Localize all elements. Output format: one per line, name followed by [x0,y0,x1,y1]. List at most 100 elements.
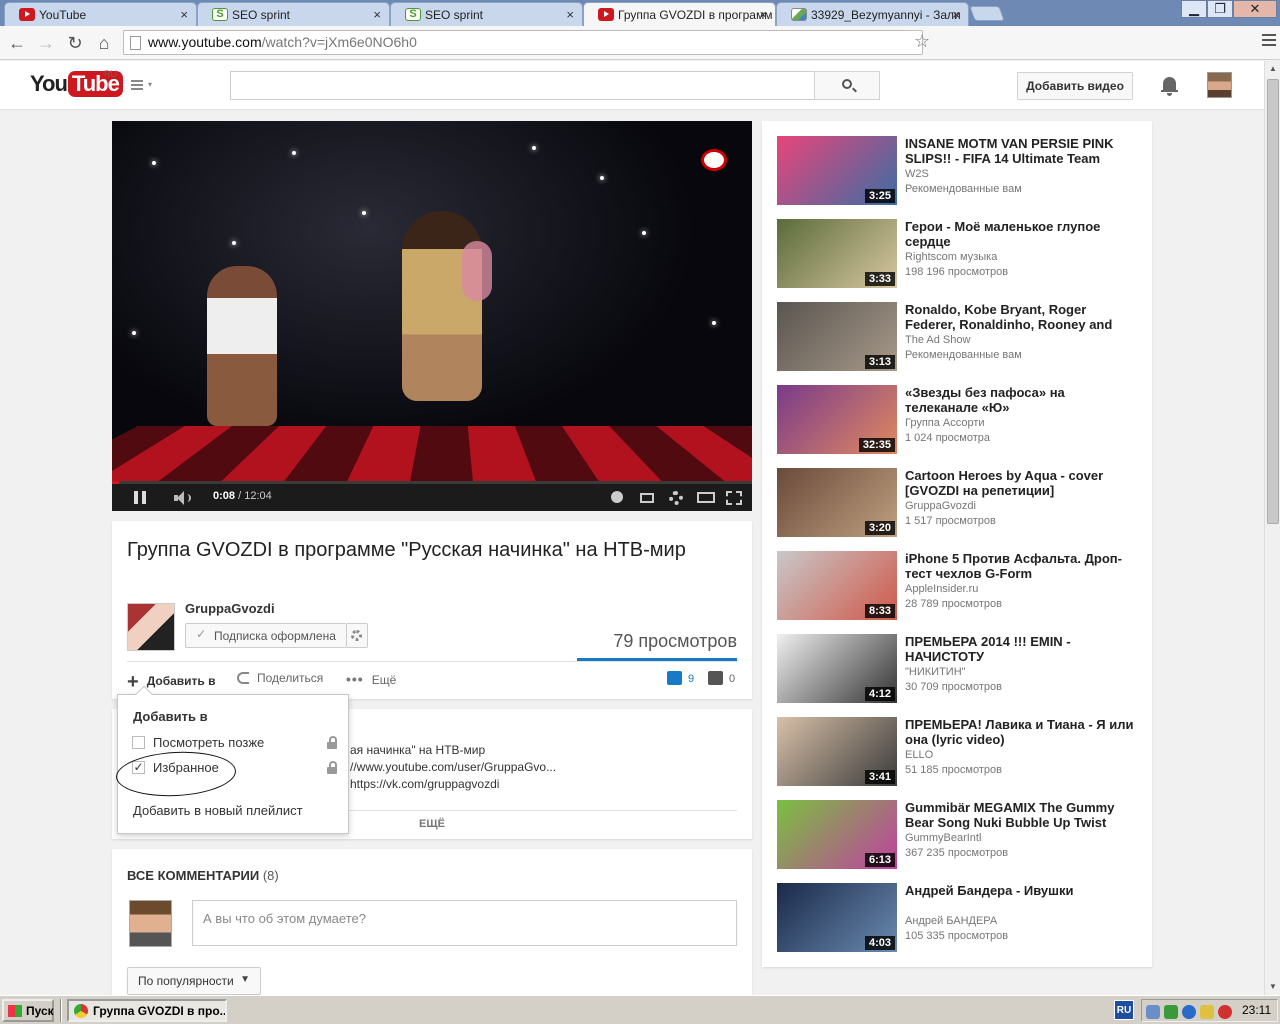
video-performer-center [402,211,482,401]
create-new-playlist-link[interactable]: Добавить в новый плейлист [133,803,303,818]
close-icon[interactable]: × [759,7,767,22]
taskbar-item-chrome[interactable]: Группа GVOZDI в про... [67,999,227,1022]
theater-mode-icon[interactable] [697,492,715,503]
start-button[interactable]: Пуск [2,999,54,1022]
video-thumbnail[interactable]: 3:20 [777,468,897,537]
related-video-title[interactable]: INSANE MOTM VAN PERSIE PINK SLIPS!! - FI… [905,136,1137,166]
scroll-up-arrow-icon[interactable]: ▲ [1265,61,1280,77]
related-video-title[interactable]: ПРЕМЬЕРА! Лавика и Тиана - Я или она (ly… [905,717,1137,747]
add-to-label: Добавить в [146,674,216,688]
video-duration: 3:20 [864,521,895,535]
back-button[interactable]: ← [5,31,29,55]
related-video-item[interactable]: 4:03 Андрей Бандера - Ивушки Андрей БАНДЕР… [777,883,1137,952]
close-icon[interactable]: × [952,7,960,22]
volume-icon[interactable] [174,491,192,505]
captions-icon[interactable] [640,493,654,503]
dislike-button[interactable]: 0 [708,671,735,685]
forward-button[interactable]: → [34,31,58,55]
like-button[interactable]: 9 [667,671,694,685]
description-link[interactable]: //www.youtube.com/user/GruppaGvo... [350,760,556,774]
video-thumbnail[interactable]: 3:13 [777,302,897,371]
pause-icon[interactable] [134,491,146,504]
related-video-title[interactable]: «Звезды без пафоса» на телеканале «Ю» [905,385,1137,415]
bookmark-star-icon[interactable]: ☆ [914,31,930,51]
sort-comments-dropdown[interactable]: По популярности ▼ [127,967,261,995]
video-thumbnail[interactable]: 3:33 [777,219,897,288]
seosprint-icon: S [212,8,228,21]
fullscreen-icon[interactable] [726,491,742,505]
related-video-item[interactable]: 3:41 ПРЕМЬЕРА! Лавика и Тиана - Я или она… [777,717,1137,786]
upload-button[interactable]: Добавить видео [1017,72,1133,100]
related-video-item[interactable]: 3:13 Ronaldo, Kobe Bryant, Roger Federer,… [777,302,1137,371]
network-icon[interactable] [1146,1005,1160,1019]
related-video-item[interactable]: 32:35 «Звезды без пафоса» на телеканале «… [777,385,1137,454]
related-video-title[interactable]: Gummibär MEGAMIX The Gummy Bear Song Nuk… [905,800,1137,830]
watch-later-icon[interactable] [611,491,623,503]
channel-name-link[interactable]: GruppaGvozdi [185,601,275,616]
settings-gear-icon[interactable] [669,491,683,505]
address-bar[interactable]: www.youtube.com/watch?v=jXm6e0NO6h0 ☆ [123,30,930,55]
related-video-item[interactable]: 3:20 Cartoon Heroes by Aqua - cover [GVOZ… [777,468,1137,537]
minimize-button[interactable]: ▁ [1181,0,1207,18]
agent-icon[interactable] [1164,1005,1178,1019]
comment-input[interactable]: А вы что об этом думаете? [192,900,737,946]
new-tab-button[interactable] [969,6,1005,21]
youtube-logo[interactable]: You Tube RU [30,69,123,101]
scrollbar-thumb[interactable] [1267,79,1279,524]
video-thumbnail[interactable]: 4:03 [777,883,897,952]
related-video-item[interactable]: 4:12 ПРЕМЬЕРА 2014 !!! EMIN - НАЧИСТОТУ "Н… [777,634,1137,703]
subscription-settings-button[interactable] [347,623,368,648]
video-thumbnail[interactable]: 3:41 [777,717,897,786]
notifications-bell-icon[interactable] [1161,75,1178,96]
guide-menu-icon[interactable] [131,80,143,90]
share-button[interactable]: Поделиться [237,671,323,685]
browser-tab-seosprint-2[interactable]: S SEO sprint × [390,2,583,26]
related-video-title[interactable]: Ronaldo, Kobe Bryant, Roger Federer, Ron… [905,302,1137,332]
close-icon[interactable]: × [373,7,381,22]
playlist-checkbox[interactable] [132,736,145,749]
window-close-button[interactable]: ✕ [1233,0,1277,18]
video-performer-back [462,241,492,301]
browser-tab-image[interactable]: 33929_Bezymyannyi - Зали × [776,2,969,26]
related-video-item[interactable]: 3:25 INSANE MOTM VAN PERSIE PINK SLIPS!! … [777,136,1137,205]
security-shield-icon[interactable] [1200,1005,1214,1019]
video-thumbnail[interactable]: 4:12 [777,634,897,703]
related-video-title[interactable]: Cartoon Heroes by Aqua - cover [GVOZDI н… [905,468,1137,498]
video-frame[interactable] [112,121,752,481]
search-input[interactable] [230,71,815,100]
close-icon[interactable]: × [566,7,574,22]
browser-tab-youtube[interactable]: YouTube × [4,2,197,26]
account-avatar[interactable] [1207,72,1232,98]
browser-tab-strip: YouTube × S SEO sprint × S SEO sprint × … [0,0,1280,26]
browser-tab-seosprint-1[interactable]: S SEO sprint × [197,2,390,26]
video-player[interactable]: 0:08 / 12:04 [112,121,752,511]
video-thumbnail[interactable]: 3:25 [777,136,897,205]
update-icon[interactable] [1182,1005,1196,1019]
search-button[interactable] [814,71,880,100]
video-thumbnail[interactable]: 8:33 [777,551,897,620]
description-link[interactable]: https://vk.com/gruppagvozdi [350,777,499,791]
related-video-item[interactable]: 6:13 Gummibär MEGAMIX The Gummy Bear Song… [777,800,1137,869]
related-video-title[interactable]: iPhone 5 Против Асфальта. Дроп-тест чехл… [905,551,1137,581]
related-video-title[interactable]: ПРЕМЬЕРА 2014 !!! EMIN - НАЧИСТОТУ [905,634,1137,664]
related-video-item[interactable]: 8:33 iPhone 5 Против Асфальта. Дроп-тест … [777,551,1137,620]
channel-avatar[interactable] [127,603,175,651]
video-thumbnail[interactable]: 6:13 [777,800,897,869]
more-button[interactable]: ••• Ещё [346,671,396,687]
antivirus-icon[interactable] [1218,1005,1232,1019]
language-indicator[interactable]: RU [1114,1000,1134,1020]
subscribed-button[interactable]: ✓ Подписка оформлена [185,623,347,648]
close-icon[interactable]: × [180,7,188,22]
page-scrollbar[interactable]: ▲ ▼ [1264,61,1280,995]
home-button[interactable]: ⌂ [92,31,116,55]
browser-menu-icon[interactable] [1262,34,1276,46]
reload-button[interactable]: ↻ [63,31,87,55]
maximize-button[interactable]: ❐ [1207,0,1233,18]
video-thumbnail[interactable]: 32:35 [777,385,897,454]
browser-tab-current[interactable]: Группа GVOZDI в программ × [583,2,776,26]
scroll-down-arrow-icon[interactable]: ▼ [1265,979,1280,995]
related-video-title[interactable]: Герои - Моё маленькое глупое сердце [905,219,1137,249]
playlist-item-watch-later[interactable]: Посмотреть позже [132,733,337,753]
related-video-item[interactable]: 3:33 Герои - Моё маленькое глупое сердце R… [777,219,1137,288]
related-video-title[interactable]: Андрей Бандера - Ивушки [905,883,1137,898]
